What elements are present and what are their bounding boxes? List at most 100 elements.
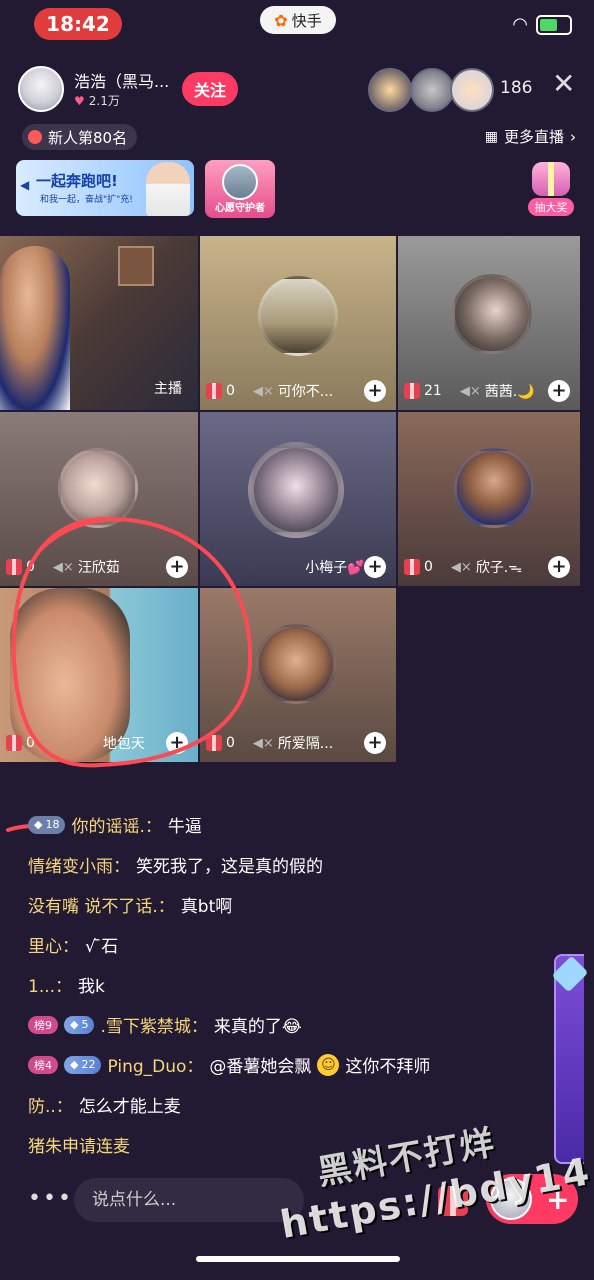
chat-message[interactable]: 榜9 ◆ 5 .雪下紫禁城： 来真的了😂 — [28, 1012, 302, 1037]
viewer-avatar[interactable] — [450, 68, 494, 112]
chat-user[interactable]: 1...： — [28, 972, 72, 997]
level-badge: ◆ 22 — [64, 1055, 102, 1074]
chat-user[interactable]: 你的谣谣.： — [71, 812, 161, 837]
fan-badge: 榜9 — [28, 1015, 58, 1034]
chat-text: 这你不拜师 — [345, 1057, 431, 1077]
diamond-icon: ◆ — [70, 1018, 79, 1031]
status-icons: ◠ — [512, 14, 572, 35]
lottery-button[interactable]: 抽大奖 — [526, 162, 576, 216]
seat-name: 欣子.ᯓ — [475, 560, 523, 576]
add-icon[interactable]: + — [364, 380, 386, 402]
muted-mic-icon: ◀× — [252, 383, 274, 399]
comment-input[interactable] — [74, 1178, 304, 1222]
chat-text: 怎么才能上麦 — [78, 1097, 181, 1117]
viewer-avatar[interactable] — [410, 68, 454, 112]
add-icon[interactable]: + — [548, 380, 570, 402]
viewer-count[interactable]: 186 — [500, 78, 532, 98]
more-live-button[interactable]: ▦ 更多直播 › — [485, 126, 576, 147]
heart-icon: ♥ — [74, 93, 85, 108]
gift-icon — [404, 559, 420, 575]
level-badge-value: 18 — [45, 818, 60, 831]
chat-user[interactable]: 情绪变小雨： — [28, 852, 130, 877]
rank-pill[interactable]: 新人第80名 — [22, 124, 138, 150]
chat-text: 来真的了😂 — [213, 1017, 302, 1037]
seat-3[interactable]: 21 ◀× 茜茜.🌙 + — [398, 236, 580, 410]
crystal-icon — [551, 955, 589, 993]
clock-icon — [28, 130, 42, 144]
rank-label: 新人第80名 — [48, 128, 128, 147]
seat-name: 可你不... — [277, 384, 334, 400]
chat-text: 牛逼 — [167, 817, 202, 837]
guard-label: 心愿守护者 — [215, 203, 265, 214]
seat-avatar — [258, 276, 338, 356]
chat-message[interactable]: 情绪变小雨： 笑死我了，这是真的假的 — [28, 852, 323, 877]
guard-banner[interactable]: 心愿守护者 — [205, 160, 275, 218]
run-banner-title: 一起奔跑吧! — [36, 172, 118, 190]
seat-avatar — [454, 448, 534, 528]
annotation-circle — [6, 517, 253, 832]
home-indicator[interactable] — [196, 1256, 400, 1262]
seat-name: 所爱隔... — [277, 736, 334, 752]
more-live-label: 更多直播 — [503, 128, 564, 146]
chat-message[interactable]: 没有嘴 说不了话.： 真bt啊 — [28, 892, 232, 917]
side-promo-banner[interactable] — [551, 954, 589, 1164]
app-indicator[interactable]: ✿ 快手 — [260, 6, 336, 34]
host-fans: ♥ 2.1万 — [74, 92, 120, 109]
chat-message[interactable]: 防..： 怎么才能上麦 — [28, 1092, 181, 1117]
chat-user[interactable]: 里心： — [28, 932, 79, 957]
follow-button[interactable]: 关注 — [182, 72, 238, 106]
status-time: 18:42 — [34, 8, 122, 40]
lottery-label: 抽大奖 — [528, 198, 574, 216]
chat-message[interactable]: 1...： 我k — [28, 972, 105, 997]
seat-6[interactable]: 0 ◀× 欣子.ᯓ + — [398, 412, 580, 586]
add-icon[interactable]: + — [548, 556, 570, 578]
run-banner[interactable]: ◀ 一起奔跑吧! 和我一起，奋战"扩"充! — [16, 160, 194, 216]
level-badge: ◆ 18 — [28, 815, 66, 834]
run-banner-subtitle: 和我一起，奋战"扩"充! — [40, 195, 133, 205]
muted-mic-icon: ◀× — [450, 559, 472, 575]
chat-user[interactable]: 没有嘴 说不了话.： — [28, 892, 175, 917]
gift-count: 0 — [226, 383, 235, 399]
chat-text: 我k — [78, 977, 105, 997]
chat-user[interactable]: 防..： — [28, 1092, 73, 1117]
chat-text: 真bt啊 — [180, 897, 233, 917]
chat-text: 笑死我了，这是真的假的 — [136, 857, 323, 877]
wall-picture — [118, 246, 154, 286]
banner-person-image — [146, 162, 190, 216]
chat-user[interactable]: 猪朱申请连麦 — [28, 1132, 130, 1157]
battery-icon — [536, 14, 572, 35]
gift-count: 21 — [424, 383, 442, 399]
add-icon[interactable]: + — [364, 732, 386, 754]
smile-emoji-icon: ☺ — [317, 1053, 340, 1076]
diamond-icon: ◆ — [70, 1058, 79, 1071]
chat-text: √ ̄石 — [85, 937, 119, 957]
level-badge: ◆ 5 — [64, 1015, 95, 1034]
chat-message[interactable]: 榜4 ◆ 22 Ping_Duo： @番薯她会飘 ☺ 这你不拜师 — [28, 1052, 430, 1077]
chat-text: @番薯她会飘 — [209, 1057, 312, 1077]
gift-icon — [206, 383, 222, 399]
guard-photo — [222, 164, 258, 200]
fan-badge: 榜4 — [28, 1055, 58, 1074]
host-name[interactable]: 浩浩（黑马... — [74, 68, 169, 92]
chat-user[interactable]: Ping_Duo： — [107, 1052, 203, 1077]
chat-message[interactable]: 里心： √ ̄石 — [28, 932, 118, 957]
seat-2[interactable]: 0 ◀× 可你不... + — [200, 236, 396, 410]
more-options-icon[interactable]: ••• — [28, 1186, 73, 1211]
wifi-icon: ◠ — [512, 14, 528, 35]
host-video — [0, 246, 70, 410]
diamond-icon: ◆ — [34, 818, 43, 831]
level-badge-value: 5 — [81, 1018, 89, 1031]
seat-name: 小梅子💕 — [305, 560, 365, 576]
viewer-avatar[interactable] — [368, 68, 412, 112]
kuaishou-logo-icon: ✿ — [274, 10, 288, 30]
host-fans-count: 2.1万 — [88, 94, 120, 108]
chat-user[interactable]: .雪下紫禁城： — [100, 1012, 207, 1037]
chat-message[interactable]: ◆ 18 你的谣谣.： 牛逼 — [28, 812, 202, 837]
gift-icon — [404, 383, 420, 399]
chat-message[interactable]: 猪朱申请连麦 — [28, 1132, 130, 1157]
seat-host[interactable]: 主播 — [0, 236, 198, 410]
host-avatar[interactable] — [18, 66, 64, 112]
add-icon[interactable]: + — [364, 556, 386, 578]
seat-avatar — [452, 274, 532, 354]
close-icon[interactable]: ✕ — [552, 70, 575, 98]
